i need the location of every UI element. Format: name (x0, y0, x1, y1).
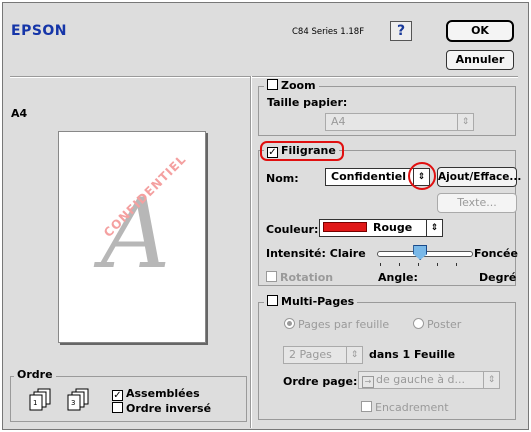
page-order-icon: → (362, 376, 374, 388)
per-sheet-label: dans 1 Feuille (369, 348, 456, 361)
help-button[interactable]: ? (390, 21, 412, 41)
slider-tick (380, 263, 381, 266)
pages-count-select[interactable]: 2 Pages ⇕ (283, 346, 363, 364)
select-arrow-highlight (408, 162, 436, 190)
ordre-inverse-check-icon (112, 402, 123, 413)
slider-tick (399, 263, 400, 266)
intensity-label: Intensité: Claire (266, 247, 366, 260)
slider-tick (418, 263, 419, 266)
poster-radio[interactable]: Poster (413, 318, 461, 331)
page-order-select[interactable]: → de gauche à d... ⇕ (358, 371, 500, 389)
degree-label: Degré (479, 271, 517, 284)
page-order-label: Ordre page: (283, 375, 358, 388)
paper-size-select[interactable]: A4 ⇕ (325, 113, 474, 131)
filigrane-highlight (260, 141, 344, 161)
preview-page: A CONFIDENTIEL (58, 131, 206, 343)
multipages-check-icon (267, 295, 278, 306)
collate-icon-reverse: 3 (67, 388, 89, 411)
text-button[interactable]: Texte... (437, 193, 517, 213)
paper-size-arrow-icon: ⇕ (457, 114, 473, 130)
epson-logo: EPSON (11, 23, 68, 39)
border-checkbox[interactable]: Encadrement (361, 401, 449, 414)
ok-button[interactable]: OK (446, 20, 514, 42)
slider-tick (456, 263, 457, 266)
assemblees-check-icon: ✓ (112, 390, 123, 401)
header-divider (10, 76, 518, 78)
vertical-divider (250, 76, 252, 428)
add-delete-button[interactable]: Ajout/Efface... (437, 167, 521, 187)
border-check-icon (361, 401, 372, 412)
color-swatch (323, 222, 367, 232)
rotation-checkbox[interactable]: Rotation (266, 271, 333, 284)
ordre-title: Ordre (14, 368, 56, 381)
assemblees-checkbox[interactable]: ✓ Assemblées (112, 387, 200, 401)
color-arrow-icon: ⇕ (426, 220, 442, 236)
pages-count-arrow-icon: ⇕ (346, 347, 362, 363)
pages-per-sheet-radio[interactable]: Pages par feuille (284, 318, 389, 331)
multipages-checkbox[interactable]: Multi-Pages (264, 295, 358, 308)
intensity-min-label: Claire (329, 247, 366, 260)
preview-paper-label: A4 (11, 107, 28, 120)
rotation-check-icon (266, 271, 277, 282)
name-label: Nom: (266, 172, 299, 185)
slider-tick (437, 263, 438, 266)
zoom-checkbox[interactable]: Zoom (264, 79, 319, 92)
angle-label: Angle: (378, 271, 418, 284)
cancel-button[interactable]: Annuler (446, 50, 514, 70)
svg-text:1: 1 (33, 399, 37, 407)
poster-radio-icon (413, 318, 424, 329)
svg-text:3: 3 (71, 399, 75, 407)
page-order-arrow-icon: ⇕ (483, 372, 499, 388)
driver-version: C84 Series 1.18F (292, 27, 365, 37)
collate-icon: 1 (29, 388, 51, 411)
color-select[interactable]: Rouge ⇕ (319, 219, 443, 237)
color-label: Couleur: (266, 223, 319, 236)
paper-size-label: Taille papier: (267, 96, 348, 109)
intensity-max-label: Foncée (474, 247, 518, 260)
zoom-check-icon (267, 79, 278, 90)
pages-per-sheet-radio-icon (284, 318, 295, 329)
ordre-inverse-checkbox[interactable]: Ordre inversé (112, 402, 211, 415)
